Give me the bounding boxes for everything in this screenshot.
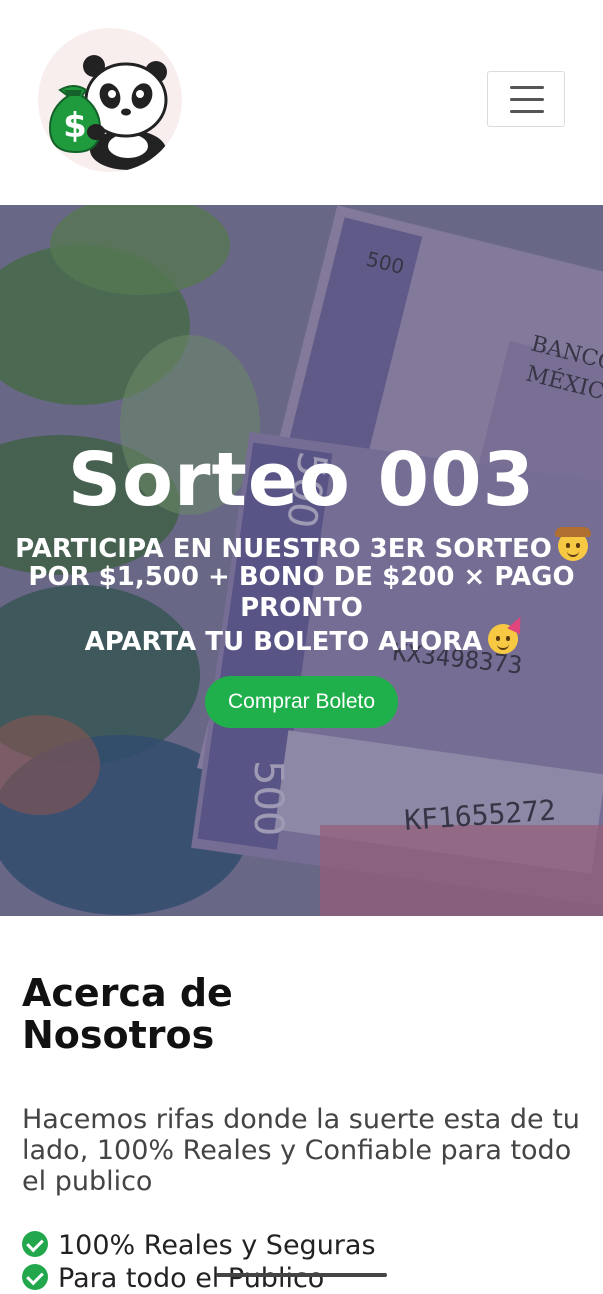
hero-line-2: POR $1,500 + BONO DE $200 × PAGO — [28, 562, 575, 592]
menu-toggle-button[interactable] — [487, 71, 565, 127]
hero-banner: 500 BANCO DE MÉXICO 500 KX3498373 500 KF… — [0, 205, 603, 916]
check-circle-icon — [22, 1264, 48, 1290]
site-header: $ — [0, 0, 603, 205]
feature-item: 100% Reales y Seguras — [22, 1231, 376, 1261]
hamburger-icon-bar — [510, 110, 544, 113]
hero-title: Sorteo 003 — [67, 437, 536, 523]
home-indicator[interactable] — [216, 1273, 387, 1277]
about-title-line-2: Nosotros — [22, 1013, 215, 1057]
feature-label: 100% Reales y Seguras — [58, 1230, 376, 1261]
about-title-line-1: Acerca de — [22, 971, 233, 1015]
feature-label: Para todo el Publico — [58, 1263, 325, 1294]
buy-ticket-button[interactable]: Comprar Boleto — [205, 676, 398, 728]
hero-line-4: APARTA TU BOLETO AHORA — [0, 613, 603, 658]
hero-line-1-text: PARTICIPA EN NUESTRO 3ER SORTEO — [15, 534, 552, 564]
hero-line-4-text: APARTA TU BOLETO AHORA — [84, 627, 483, 657]
panda-logo-graphic: $ — [48, 55, 168, 170]
party-emoji-icon — [488, 613, 528, 654]
cowboy-emoji-icon — [554, 527, 591, 561]
about-title: Acerca de Nosotros — [22, 972, 422, 1056]
hamburger-icon — [510, 86, 544, 89]
about-description: Hacemos rifas donde la suerte esta de tu… — [22, 1104, 580, 1197]
hamburger-icon-bar — [510, 98, 544, 101]
check-circle-icon — [22, 1231, 48, 1257]
svg-text:$: $ — [63, 106, 87, 146]
feature-item: Para todo el Publico — [22, 1264, 324, 1294]
hero-line-1: PARTICIPA EN NUESTRO 3ER SORTEO — [0, 527, 603, 565]
panda-money-logo[interactable]: $ — [38, 28, 182, 172]
